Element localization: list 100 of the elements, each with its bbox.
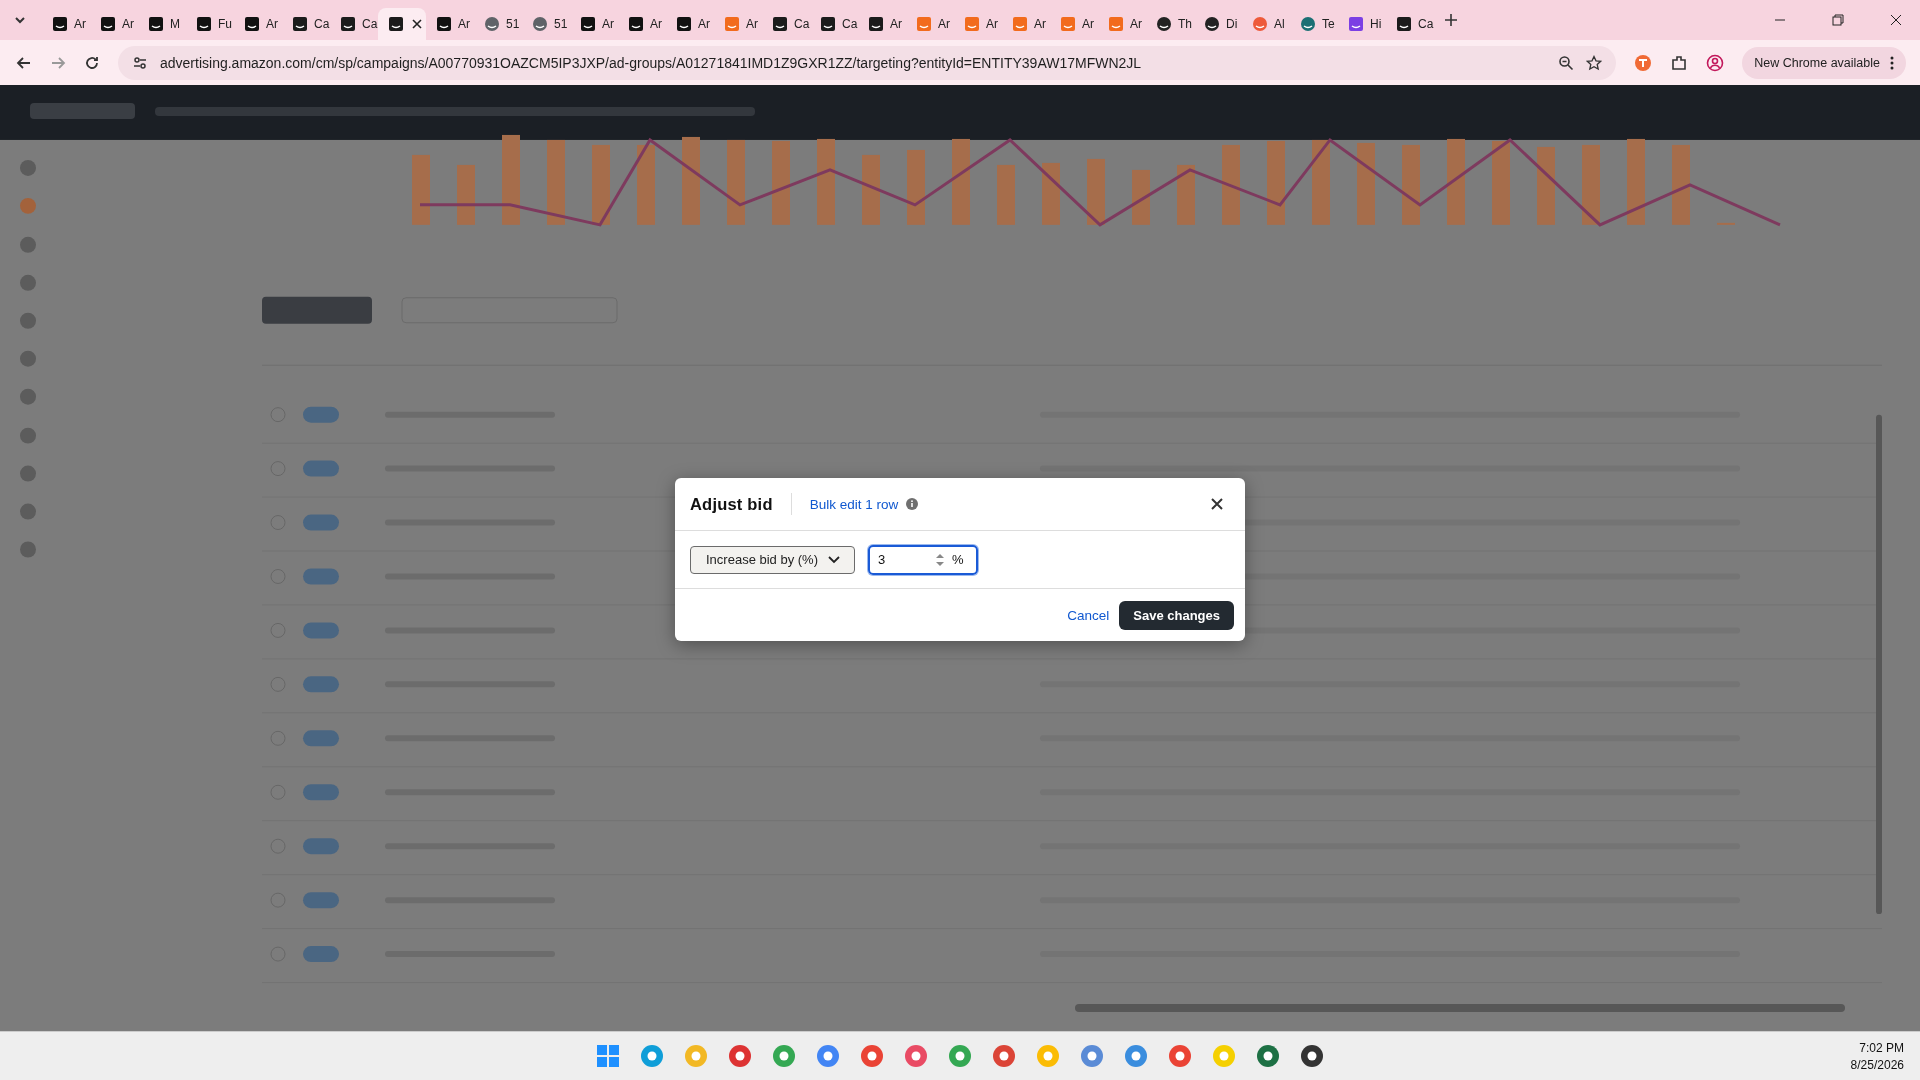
tab-title: Ar xyxy=(1034,17,1046,31)
tab-favicon-icon xyxy=(916,16,932,32)
forward-icon[interactable] xyxy=(50,54,66,71)
browser-tab[interactable]: Ar xyxy=(714,8,762,40)
browser-tab[interactable]: Ca xyxy=(330,8,378,40)
taskbar-app-icon[interactable] xyxy=(1300,1044,1324,1068)
tab-title: Ar xyxy=(938,17,950,31)
browser-tab[interactable]: Ca xyxy=(282,8,330,40)
bid-action-dropdown[interactable]: Increase bid by (%) xyxy=(690,545,855,574)
browser-tab[interactable] xyxy=(378,8,426,40)
new-tab-icon[interactable] xyxy=(1444,13,1458,27)
tab-title: Fu xyxy=(218,17,232,31)
info-icon[interactable] xyxy=(906,498,919,510)
close-icon[interactable] xyxy=(1211,498,1223,510)
restore-icon[interactable] xyxy=(1832,14,1844,26)
tab-title: Ar xyxy=(746,17,758,31)
back-icon[interactable] xyxy=(16,54,32,71)
close-tab-icon[interactable] xyxy=(412,19,422,29)
tab-title: Di xyxy=(1226,17,1238,31)
browser-tab[interactable]: Ar xyxy=(234,8,282,40)
tab-title: 51 xyxy=(554,17,568,31)
cancel-link[interactable]: Cancel xyxy=(1067,607,1110,623)
browser-tab[interactable]: Di xyxy=(1194,8,1242,40)
browser-tab[interactable]: Hi xyxy=(1338,8,1386,40)
browser-tab[interactable]: Ar xyxy=(42,8,90,40)
tab-title: Hi xyxy=(1370,17,1382,31)
browser-tab[interactable]: Ar xyxy=(618,8,666,40)
taskbar-app-icon[interactable] xyxy=(1256,1044,1280,1068)
tab-title: Ca xyxy=(362,17,378,31)
browser-tab[interactable]: Ca xyxy=(1386,8,1434,40)
tab-favicon-icon xyxy=(1204,16,1220,32)
site-info-icon[interactable] xyxy=(132,54,148,71)
tab-favicon-icon xyxy=(1012,16,1028,32)
tab-favicon-icon xyxy=(388,16,404,32)
tab-favicon-icon xyxy=(820,16,836,32)
reload-icon[interactable] xyxy=(84,54,100,71)
browser-tab[interactable]: 51 xyxy=(474,8,522,40)
profile-icon[interactable] xyxy=(1706,53,1725,72)
browser-tab[interactable]: M xyxy=(138,8,186,40)
tab-title: Ar xyxy=(458,17,470,31)
tab-title: Ar xyxy=(74,17,86,31)
browser-tab[interactable]: Ar xyxy=(906,8,954,40)
tab-favicon-icon xyxy=(580,16,596,32)
browser-tab[interactable]: Ar xyxy=(1098,8,1146,40)
browser-tab[interactable]: Te xyxy=(1290,8,1338,40)
close-icon[interactable] xyxy=(1890,14,1902,26)
tab-title: M xyxy=(170,17,180,31)
spinner-icon[interactable] xyxy=(936,552,944,567)
tab-title: Ar xyxy=(1082,17,1094,31)
clock-time: 7:02 PM xyxy=(1859,1040,1904,1055)
tab-favicon-icon xyxy=(676,16,692,32)
tab-favicon-icon xyxy=(1348,16,1364,32)
star-icon[interactable] xyxy=(1586,54,1603,71)
browser-tab[interactable]: Ar xyxy=(426,8,474,40)
tab-title: Ar xyxy=(1130,17,1142,31)
address-field[interactable]: advertising.amazon.com/cm/sp/campaigns/A00770931OAZCM5IP3JXP/ad-groups/A01271841IMD1Z9GXR1ZZ/targeting?entityId=ENTITY39AW17MFWN2JL xyxy=(118,45,1617,80)
extension-icon[interactable] xyxy=(1634,53,1653,72)
tab-favicon-icon xyxy=(100,16,116,32)
browser-tab[interactable]: Th xyxy=(1146,8,1194,40)
tab-favicon-icon xyxy=(1300,16,1316,32)
browser-tab[interactable]: Ar xyxy=(858,8,906,40)
tab-favicon-icon xyxy=(772,16,788,32)
dialog-title: Adjust bid xyxy=(690,494,773,514)
update-button[interactable]: New Chrome available xyxy=(1742,46,1906,79)
browser-tab[interactable]: Ar xyxy=(1050,8,1098,40)
percent-unit: % xyxy=(952,552,964,567)
browser-tab[interactable]: Ar xyxy=(90,8,138,40)
tab-title: Th xyxy=(1178,17,1192,31)
tab-favicon-icon xyxy=(196,16,212,32)
tab-title: Ca xyxy=(1418,17,1434,31)
browser-tab[interactable]: Ca xyxy=(810,8,858,40)
tab-title: Te xyxy=(1322,17,1335,31)
tab-favicon-icon xyxy=(52,16,68,32)
tab-title: Ca xyxy=(314,17,330,31)
browser-tab[interactable]: Ca xyxy=(762,8,810,40)
browser-tab[interactable]: Ar xyxy=(1002,8,1050,40)
browser-tab[interactable]: 51 xyxy=(522,8,570,40)
tab-title: Ca xyxy=(842,17,858,31)
tab-favicon-icon xyxy=(628,16,644,32)
browser-tab[interactable]: Ar xyxy=(570,8,618,40)
more-icon xyxy=(1890,55,1894,70)
puzzle-icon[interactable] xyxy=(1670,53,1689,72)
tab-title: Ar xyxy=(122,17,134,31)
bulk-edit-link[interactable]: Bulk edit 1 row xyxy=(809,496,899,512)
bid-percent-field[interactable]: 3 % xyxy=(868,544,978,575)
tab-favicon-icon xyxy=(244,16,260,32)
tab-title: Ar xyxy=(266,17,278,31)
tab-title: Al xyxy=(1274,17,1285,31)
start-icon[interactable] xyxy=(596,1044,620,1068)
browser-tab[interactable]: Ar xyxy=(954,8,1002,40)
browser-tab[interactable]: Ar xyxy=(666,8,714,40)
browser-tab[interactable]: Fu xyxy=(186,8,234,40)
save-changes-button[interactable]: Save changes xyxy=(1119,600,1234,630)
tab-title: Ar xyxy=(986,17,998,31)
tab-title: Ar xyxy=(602,17,614,31)
chevron-down-icon xyxy=(828,555,840,564)
browser-tab[interactable]: Al xyxy=(1242,8,1290,40)
zoom-icon[interactable] xyxy=(1558,54,1575,71)
tab-favicon-icon xyxy=(532,16,548,32)
tab-favicon-icon xyxy=(1156,16,1172,32)
